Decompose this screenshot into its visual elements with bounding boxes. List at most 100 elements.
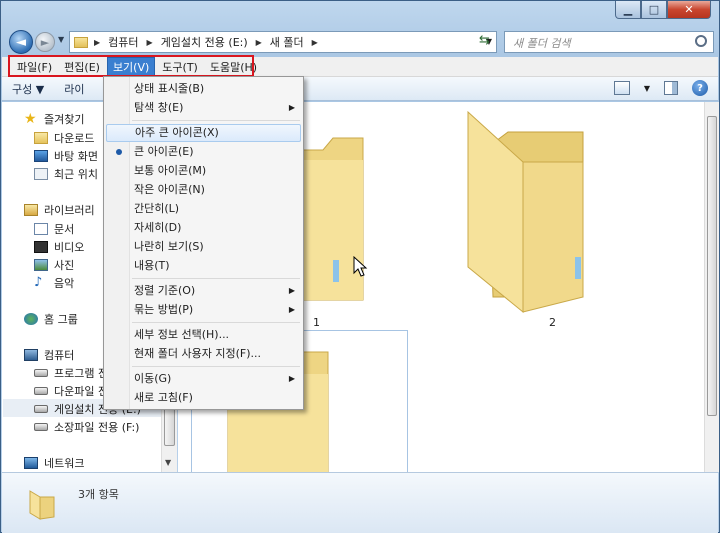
sidebar-item-label: 프로그램 전 — [54, 367, 109, 380]
sidebar-item-label: 네트워크 — [44, 457, 85, 470]
menu-item-customize-folder[interactable]: 현재 폴더 사용자 지정(F)... — [106, 345, 301, 363]
sidebar-item-libraries[interactable]: 라이브러리 — [24, 202, 95, 218]
menu-separator — [132, 366, 300, 367]
menu-item-go-to[interactable]: 이동(G) ▶ — [106, 370, 301, 388]
sidebar-item-videos[interactable]: 비디오 — [34, 239, 84, 255]
back-button[interactable]: ◄ — [9, 30, 33, 54]
menu-item-large-icons[interactable]: 큰 아이콘(E) — [106, 143, 301, 161]
preview-pane-icon[interactable] — [664, 81, 678, 95]
chevron-down-icon[interactable]: ▼ — [644, 84, 650, 93]
submenu-arrow-icon: ▶ — [288, 286, 295, 295]
caption-buttons: ▁ □ ✕ — [615, 1, 711, 19]
search-input[interactable]: 새 폴더 검색 — [504, 31, 714, 53]
menu-item-extra-large-icons[interactable]: 아주 큰 아이콘(X) — [106, 124, 301, 142]
menu-item-details[interactable]: 자세히(D) — [106, 219, 301, 237]
sidebar-item-homegroup[interactable]: 홈 그룹 — [24, 311, 78, 327]
menu-item-small-icons[interactable]: 작은 아이콘(N) — [106, 181, 301, 199]
menu-file[interactable]: 파일(F) — [12, 58, 57, 76]
homegroup-icon — [24, 313, 38, 325]
chevron-right-icon[interactable]: ▶ — [94, 38, 100, 47]
menu-item-label: 큰 아이콘(E) — [134, 145, 194, 158]
sidebar-item-label: 다운로드 — [54, 132, 95, 145]
view-menu-dropdown: 상태 표시줄(B) 탐색 창(E) ▶ 아주 큰 아이콘(X) 큰 아이콘(E) … — [103, 76, 304, 410]
recent-places-icon — [34, 168, 48, 180]
content-scrollbar[interactable] — [704, 102, 719, 472]
sidebar-item-label: 바탕 화면 — [54, 150, 98, 163]
menu-item-label: 보통 아이콘(M) — [134, 164, 207, 177]
menu-item-medium-icons[interactable]: 보통 아이콘(M) — [106, 162, 301, 180]
sidebar-item-label: 문서 — [54, 223, 75, 236]
sidebar-item-drive-f[interactable]: 소장파일 전용 (F:) — [34, 419, 139, 435]
menu-bar: 파일(F) 편집(E) 보기(V) 도구(T) 도움말(H) — [2, 56, 718, 77]
menu-item-status-bar[interactable]: 상태 표시줄(B) — [106, 80, 301, 98]
chevron-right-icon[interactable]: ▶ — [256, 38, 262, 47]
sidebar-item-desktop[interactable]: 바탕 화면 — [34, 148, 98, 164]
sidebar-item-music[interactable]: ♪ 음악 — [34, 275, 74, 291]
folder-item-2[interactable] — [463, 107, 613, 317]
menu-item-label: 작은 아이콘(N) — [134, 183, 205, 196]
menu-item-content[interactable]: 내용(T) — [106, 257, 301, 275]
sidebar-item-label: 컴퓨터 — [44, 349, 75, 362]
sidebar-item-label: 다운파일 전 — [54, 385, 109, 398]
address-bar[interactable]: ▶ 컴퓨터 ▶ 게임설치 전용 (E:) ▶ 새 폴더 ▶ ▼ — [69, 31, 497, 53]
menu-item-navigation-pane[interactable]: 탐색 창(E) ▶ — [106, 99, 301, 117]
drive-icon — [34, 405, 48, 413]
chevron-right-icon[interactable]: ▶ — [147, 38, 153, 47]
menu-item-label: 세부 정보 선택(H)... — [134, 328, 230, 341]
videos-icon — [34, 241, 48, 253]
scroll-down-icon[interactable]: ▼ — [165, 458, 171, 467]
breadcrumb-drive[interactable]: 게임설치 전용 (E:) — [161, 34, 248, 50]
menu-item-label: 새로 고침(F) — [134, 391, 193, 404]
refresh-icon[interactable]: ⇆ — [479, 33, 499, 51]
sidebar-item-computer[interactable]: 컴퓨터 — [24, 347, 74, 363]
menu-view[interactable]: 보기(V) — [106, 56, 156, 77]
breadcrumb-computer[interactable]: 컴퓨터 — [108, 34, 138, 50]
folder-label-1[interactable]: 1 — [313, 316, 320, 329]
sidebar-item-drive-c[interactable]: 프로그램 전 — [34, 365, 108, 381]
include-library-button[interactable]: 라이 — [54, 81, 94, 97]
menu-tools[interactable]: 도구(T) — [157, 58, 203, 76]
sidebar-item-documents[interactable]: 문서 — [34, 221, 74, 237]
sidebar-item-label: 사진 — [54, 259, 75, 272]
menu-edit[interactable]: 편집(E) — [59, 58, 105, 76]
menu-item-label: 묶는 방법(P) — [134, 303, 194, 316]
search-icon[interactable] — [695, 35, 707, 47]
menu-item-refresh[interactable]: 새로 고침(F) — [106, 389, 301, 407]
sidebar-item-downloads[interactable]: 다운로드 — [34, 130, 94, 146]
menu-item-label: 내용(T) — [134, 259, 170, 272]
sidebar-scroll-thumb[interactable] — [164, 404, 175, 446]
sidebar-item-recent[interactable]: 최근 위치 — [34, 166, 98, 182]
item-count: 3개 항목 — [78, 488, 119, 501]
menu-item-label: 나란히 보기(S) — [134, 240, 204, 253]
content-scroll-thumb[interactable] — [707, 116, 717, 416]
sidebar-item-pictures[interactable]: 사진 — [34, 257, 74, 273]
chevron-right-icon[interactable]: ▶ — [312, 38, 318, 47]
sidebar-item-label: 소장파일 전용 (F:) — [54, 421, 140, 434]
help-icon[interactable]: ? — [692, 80, 708, 96]
documents-icon — [34, 223, 48, 235]
history-dropdown-icon[interactable]: ▼ — [58, 35, 64, 44]
menu-item-sort-by[interactable]: 정렬 기준(O) ▶ — [106, 282, 301, 300]
network-icon — [24, 457, 38, 469]
sidebar-item-favorites[interactable]: ★ 즐겨찾기 — [24, 111, 84, 127]
desktop-icon — [34, 150, 48, 162]
change-view-icon[interactable] — [613, 81, 630, 95]
minimize-button[interactable]: ▁ — [615, 1, 641, 19]
menu-item-choose-details[interactable]: 세부 정보 선택(H)... — [106, 326, 301, 344]
menu-help[interactable]: 도움말(H) — [205, 58, 262, 76]
sidebar-item-network[interactable]: 네트워크 — [24, 455, 84, 471]
star-icon: ★ — [24, 111, 37, 127]
menu-item-tiles[interactable]: 나란히 보기(S) — [106, 238, 301, 256]
maximize-button[interactable]: □ — [641, 1, 667, 19]
menu-item-group-by[interactable]: 묶는 방법(P) ▶ — [106, 301, 301, 319]
menu-item-label: 이동(G) — [134, 372, 172, 385]
system-drive-icon — [34, 369, 48, 377]
close-button[interactable]: ✕ — [667, 1, 711, 19]
menu-item-list[interactable]: 간단히(L) — [106, 200, 301, 218]
drive-icon — [34, 423, 48, 431]
sidebar-item-drive-d[interactable]: 다운파일 전 — [34, 383, 108, 399]
breadcrumb-folder[interactable]: 새 폴더 — [270, 34, 304, 50]
folder-label-2[interactable]: 2 — [549, 316, 556, 329]
organize-button[interactable]: 구성 ▼ — [2, 81, 54, 97]
forward-button[interactable]: ► — [35, 32, 55, 52]
